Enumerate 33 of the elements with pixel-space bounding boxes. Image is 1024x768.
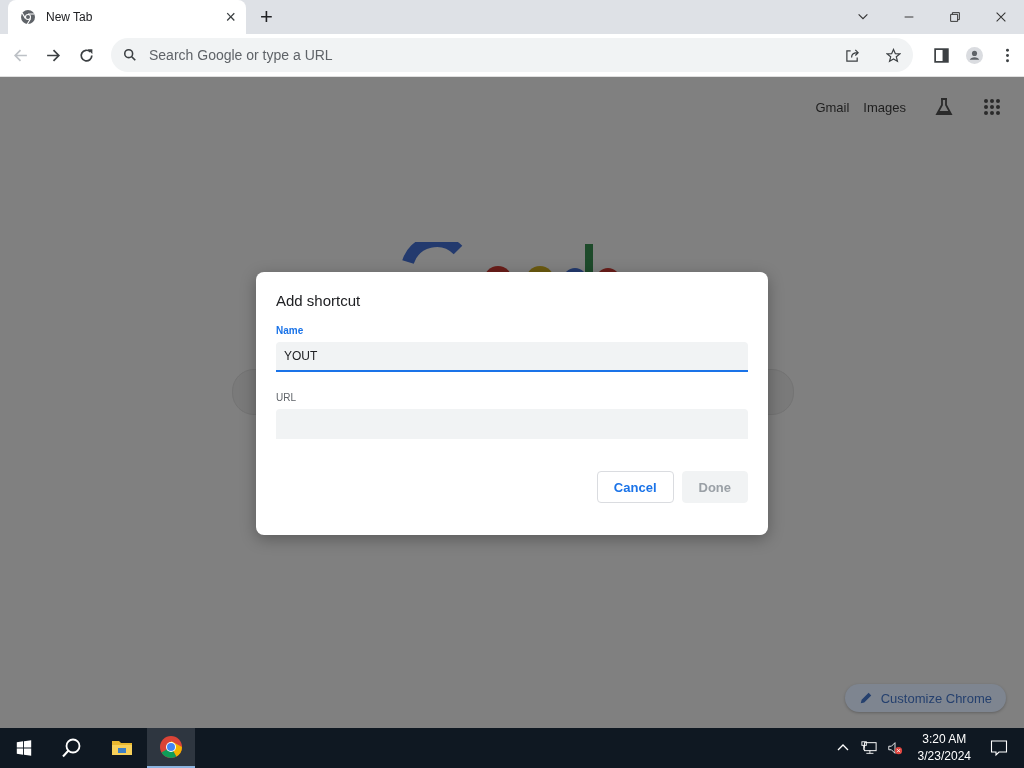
share-icon[interactable] [845, 47, 860, 63]
profile-avatar-icon[interactable] [966, 46, 983, 64]
clock-date[interactable]: 3/23/2024 [917, 748, 971, 765]
notification-icon[interactable] [990, 739, 1008, 757]
restore-icon[interactable] [948, 10, 962, 24]
tab-title: New Tab [46, 10, 94, 24]
new-tab-button[interactable]: + [260, 6, 273, 28]
taskbar-app[interactable] [147, 728, 195, 768]
header-link[interactable]: Gmail [815, 99, 850, 115]
reload-icon[interactable] [78, 46, 95, 64]
header-link[interactable]: Images [863, 99, 906, 115]
windows-start-icon[interactable] [15, 739, 33, 757]
address-bar[interactable]: Search Google or type a URL [111, 38, 913, 72]
apps-grid-icon[interactable] [982, 97, 1002, 117]
browser-tab[interactable]: New Tab × [8, 0, 246, 34]
browser-icon [159, 735, 183, 759]
network-icon[interactable] [860, 740, 877, 756]
muted-speaker-icon[interactable] [886, 740, 903, 756]
side-panel-icon[interactable] [933, 46, 950, 64]
text-field[interactable]: YOUT [276, 342, 748, 372]
dialog-title: Add shortcut [276, 292, 362, 309]
browser-logo-icon [20, 9, 36, 25]
close-tab-button[interactable]: × [225, 8, 236, 26]
search-icon [123, 48, 137, 62]
star-icon[interactable] [886, 47, 901, 63]
field-label: URL [276, 392, 297, 403]
flask-icon[interactable] [934, 97, 954, 117]
pencil-icon [858, 691, 873, 705]
close-icon[interactable] [994, 10, 1008, 24]
clock-time[interactable]: 3:20 AM [922, 731, 967, 748]
search-icon[interactable] [61, 737, 83, 759]
field-label: Name [276, 325, 305, 336]
dialog-button[interactable]: Cancel [596, 471, 674, 503]
